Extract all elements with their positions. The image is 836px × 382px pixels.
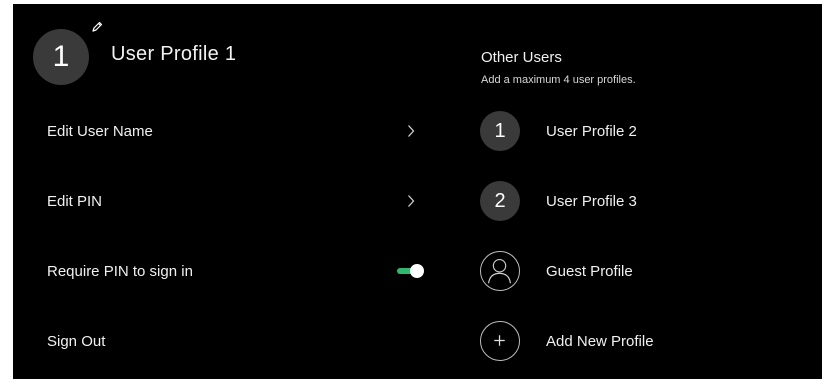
profile-item-guest[interactable]: Guest Profile: [480, 250, 800, 292]
person-icon: [488, 259, 512, 284]
edit-pin-item[interactable]: Edit PIN: [47, 186, 423, 216]
sign-out-label: Sign Out: [47, 332, 106, 350]
profile-avatar-number: 2: [494, 189, 506, 212]
edit-user-name-label: Edit User Name: [47, 122, 153, 140]
edit-user-name-item[interactable]: Edit User Name: [47, 116, 423, 146]
profile-name: User Profile 3: [546, 192, 637, 210]
chevron-right-icon: [408, 195, 415, 207]
require-pin-item[interactable]: Require PIN to sign in: [47, 256, 424, 286]
profile-avatar: 2: [480, 181, 520, 221]
edit-pin-label: Edit PIN: [47, 192, 103, 210]
require-pin-toggle[interactable]: [397, 264, 424, 278]
user-settings-panel: 1 User Profile 1 Edit User Name Edit PIN…: [13, 4, 822, 379]
profile-name: Guest Profile: [546, 262, 633, 280]
profile-avatar: 1: [480, 111, 520, 151]
add-new-profile-label: Add New Profile: [546, 332, 654, 350]
profile-name: User Profile 2: [546, 122, 637, 140]
profile-item-user-profile-3[interactable]: 2 User Profile 3: [480, 180, 800, 222]
require-pin-label: Require PIN to sign in: [47, 262, 193, 280]
add-new-profile-button[interactable]: Add New Profile: [480, 320, 800, 362]
current-user-avatar-number: 1: [52, 40, 70, 73]
current-user-avatar[interactable]: 1: [33, 29, 89, 85]
profile-avatar-number: 1: [494, 119, 506, 142]
plus-icon: [494, 335, 505, 346]
other-users-title: Other Users: [481, 49, 562, 66]
other-users-subtitle: Add a maximum 4 user profiles.: [481, 74, 636, 86]
pencil-icon[interactable]: [90, 20, 104, 34]
chevron-right-icon: [408, 125, 415, 137]
add-profile-avatar: [480, 321, 520, 361]
current-user-name: User Profile 1: [111, 43, 237, 65]
guest-avatar: [480, 251, 520, 291]
sign-out-item[interactable]: Sign Out: [47, 326, 423, 356]
toggle-knob: [410, 264, 424, 278]
screen: 1 User Profile 1 Edit User Name Edit PIN…: [0, 0, 836, 382]
profile-item-user-profile-2[interactable]: 1 User Profile 2: [480, 110, 800, 152]
